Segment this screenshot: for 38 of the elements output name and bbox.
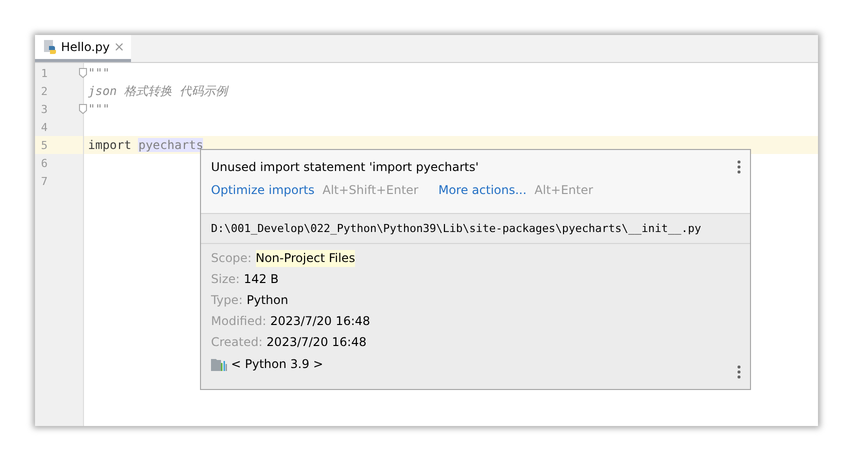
property-label: Type: [211, 292, 243, 309]
code-identifier: pyecharts [138, 138, 204, 152]
property-value: Python [246, 292, 288, 309]
file-tab[interactable]: Hello.py × [35, 35, 131, 62]
action-link[interactable]: Optimize imports [211, 183, 314, 197]
library-icon [211, 358, 227, 370]
property-value: Non-Project Files [256, 250, 356, 267]
action-link[interactable]: More actions... [438, 183, 527, 197]
line-number: 7 [41, 174, 48, 188]
code-keyword: import [88, 138, 132, 152]
line-number: 2 [41, 84, 48, 98]
shortcut-hint: Alt+Shift+Enter [322, 183, 418, 197]
property-label: Scope: [211, 250, 252, 267]
more-options-icon[interactable] [737, 160, 741, 174]
code-comment: json 格式转换 代码示例 [88, 82, 228, 100]
sdk-name: < Python 3.9 > [231, 357, 324, 371]
more-options-icon[interactable] [737, 365, 741, 379]
file-path: D:\001_Develop\022_Python\Python39\Lib\site-packages\pyecharts\__init__.py [201, 214, 750, 244]
property-value: 2023/7/20 16:48 [266, 334, 366, 351]
fold-marker-icon[interactable] [79, 104, 87, 114]
tab-label: Hello.py [61, 40, 110, 54]
property-label: Modified: [211, 313, 266, 330]
property-value: 142 B [244, 271, 279, 288]
line-number: 4 [41, 120, 48, 134]
property-label: Size: [211, 271, 240, 288]
property-value: 2023/7/20 16:48 [270, 313, 370, 330]
python-file-icon [43, 40, 57, 54]
property-label: Created: [211, 334, 263, 351]
shortcut-hint: Alt+Enter [534, 183, 594, 197]
line-number: 6 [41, 156, 48, 170]
code-comment: """ [88, 102, 110, 116]
close-button[interactable]: × [114, 40, 125, 54]
line-number: 5 [41, 138, 48, 152]
line-number: 3 [41, 102, 48, 116]
line-number: 1 [41, 66, 48, 80]
popup-message: Unused import statement 'import pyecharts' [211, 160, 479, 174]
fold-marker-icon[interactable] [79, 68, 87, 78]
code-comment: """ [88, 66, 110, 80]
